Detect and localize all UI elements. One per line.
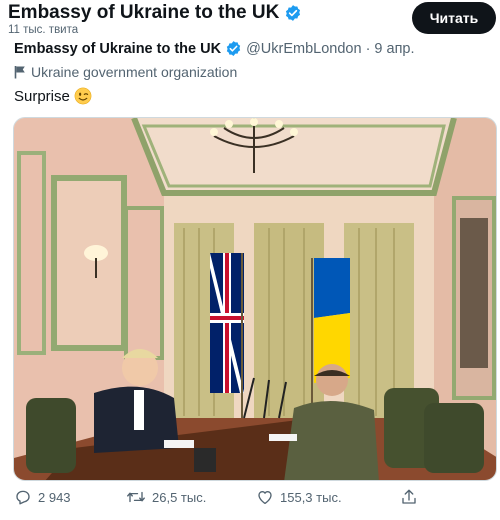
share-action[interactable] xyxy=(400,488,418,506)
separator-dot: · xyxy=(365,40,371,57)
author-name[interactable]: Embassy of Ukraine to the UK xyxy=(14,41,221,57)
reply-action[interactable]: 2 943 xyxy=(14,488,71,506)
like-count: 155,3 тыс. xyxy=(280,489,342,505)
share-icon xyxy=(402,489,416,504)
retweet-count: 26,5 тыс. xyxy=(152,489,207,505)
winking-face-emoji-icon xyxy=(74,87,92,105)
affiliation-label[interactable]: Ukraine government organization xyxy=(31,64,237,80)
affiliation-line: Ukraine government organization xyxy=(14,64,237,80)
flag-icon xyxy=(14,66,25,79)
profile-header: Embassy of Ukraine to the UK 11 тыс. тви… xyxy=(0,0,500,40)
tweet-actions: 2 943 26,5 тыс. 155,3 тыс. xyxy=(0,488,500,516)
verified-badge-icon xyxy=(286,5,301,21)
meeting-photo[interactable] xyxy=(13,117,497,481)
heart-icon xyxy=(258,491,272,505)
author-handle[interactable]: @UkrEmbLondon xyxy=(246,41,361,57)
tweet-count: 11 тыс. твита xyxy=(8,24,79,36)
tweet-text: Surprise xyxy=(14,87,92,105)
tweet-author-line: Embassy of Ukraine to the UK @UkrEmbLond… xyxy=(14,40,415,57)
profile-title: Embassy of Ukraine to the UK xyxy=(8,2,302,24)
retweet-action[interactable]: 26,5 тыс. xyxy=(126,488,206,506)
tweet-text-content: Surprise xyxy=(14,87,70,105)
retweet-icon xyxy=(127,491,145,503)
reply-count: 2 943 xyxy=(38,489,71,505)
tweet-date[interactable]: 9 апр. xyxy=(374,41,414,57)
like-action[interactable]: 155,3 тыс. xyxy=(256,488,342,506)
profile-name: Embassy of Ukraine to the UK xyxy=(8,2,280,23)
follow-button[interactable]: Читать xyxy=(412,2,496,34)
verified-badge-icon xyxy=(226,41,241,56)
reply-icon xyxy=(16,490,30,505)
meeting-photo-illustration xyxy=(14,118,496,480)
